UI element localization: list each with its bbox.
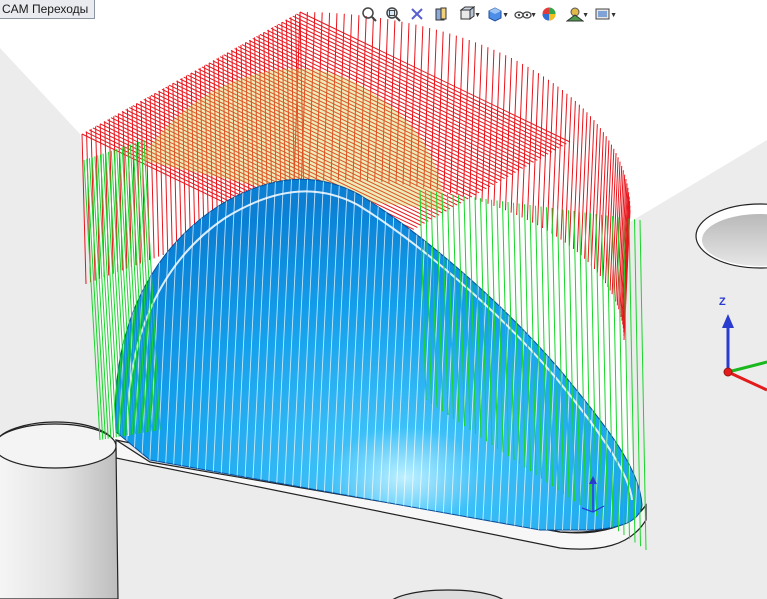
view-settings-icon[interactable]: ▼ bbox=[590, 3, 617, 25]
section-view-icon[interactable] bbox=[430, 3, 452, 25]
previous-view-icon[interactable] bbox=[406, 3, 428, 25]
tab-label: CAM Переходы bbox=[2, 2, 89, 16]
display-style-icon[interactable]: ▼ bbox=[482, 3, 509, 25]
hide-show-items-icon[interactable]: ▼ bbox=[510, 3, 537, 25]
zoom-area-icon[interactable] bbox=[382, 3, 404, 25]
cylinder-boss bbox=[0, 421, 119, 599]
heads-up-view-toolbar: ▼ ▼ ▼ ▼ ▼ bbox=[358, 3, 617, 25]
view-orientation-icon[interactable]: ▼ bbox=[454, 3, 481, 25]
edit-appearance-icon[interactable] bbox=[538, 3, 560, 25]
apply-scene-icon[interactable]: ▼ bbox=[562, 3, 589, 25]
z-axis-label: Z bbox=[719, 296, 726, 308]
cam-viewport[interactable] bbox=[0, 0, 767, 599]
cam-operations-tab[interactable]: CAM Переходы bbox=[0, 0, 96, 19]
zoom-to-fit-icon[interactable] bbox=[358, 3, 380, 25]
